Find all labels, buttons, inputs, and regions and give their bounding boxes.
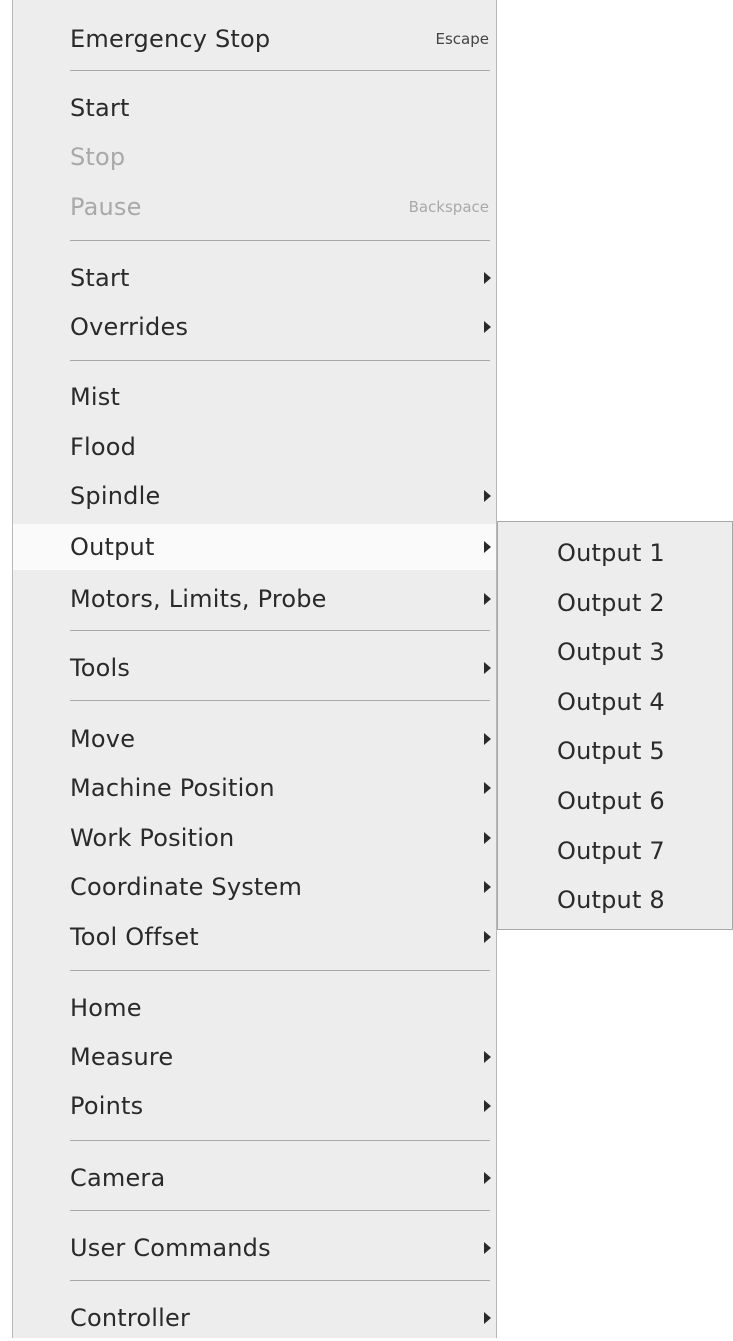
menu-item-camera[interactable]: Camera — [13, 1155, 496, 1201]
menu-item-start-submenu[interactable]: Start — [13, 255, 496, 301]
submenu-arrow-icon — [484, 593, 491, 605]
menu-item-label: Controller — [70, 1304, 191, 1332]
menu-item-label: Stop — [70, 143, 126, 171]
submenu-arrow-icon — [484, 490, 491, 502]
context-menu: Emergency Stop Escape Start Stop Pause B… — [12, 0, 497, 1338]
submenu-arrow-icon — [484, 733, 491, 745]
submenu-arrow-icon — [484, 321, 491, 333]
menu-item-stop[interactable]: Stop — [13, 134, 496, 180]
submenu-item-output-6[interactable]: Output 6 — [498, 776, 732, 826]
menu-item-label: Tools — [70, 654, 131, 682]
menu-item-label: User Commands — [70, 1234, 271, 1262]
submenu-arrow-icon — [484, 1242, 491, 1254]
menu-item-user-commands[interactable]: User Commands — [13, 1225, 496, 1271]
submenu-item-output-8[interactable]: Output 8 — [498, 875, 732, 925]
menu-item-label: Overrides — [70, 313, 189, 341]
menu-item-label: Output — [70, 533, 155, 561]
menu-item-start[interactable]: Start — [13, 85, 496, 131]
menu-item-work-position[interactable]: Work Position — [13, 815, 496, 861]
menu-item-label: Emergency Stop — [70, 25, 271, 53]
menu-item-points[interactable]: Points — [13, 1083, 496, 1129]
submenu-item-label: Output 6 — [557, 787, 665, 815]
submenu-arrow-icon — [484, 832, 491, 844]
menu-item-label: Tool Offset — [70, 923, 199, 951]
menu-separator — [70, 1140, 490, 1141]
menu-item-emergency-stop[interactable]: Emergency Stop Escape — [13, 16, 496, 62]
submenu-item-output-1[interactable]: Output 1 — [498, 528, 732, 578]
menu-separator — [70, 970, 490, 971]
submenu-arrow-icon — [484, 662, 491, 674]
menu-separator — [70, 1280, 490, 1281]
shortcut-label: Backspace — [408, 198, 489, 216]
menu-separator — [70, 1210, 490, 1211]
menu-item-measure[interactable]: Measure — [13, 1034, 496, 1080]
menu-item-tool-offset[interactable]: Tool Offset — [13, 914, 496, 960]
menu-separator — [70, 630, 490, 631]
submenu-arrow-icon — [484, 931, 491, 943]
menu-separator — [70, 240, 490, 241]
menu-item-label: Flood — [70, 433, 137, 461]
menu-item-label: Machine Position — [70, 774, 275, 802]
menu-item-output[interactable]: Output — [13, 524, 496, 570]
menu-item-machine-position[interactable]: Machine Position — [13, 765, 496, 811]
submenu-item-output-4[interactable]: Output 4 — [498, 677, 732, 727]
submenu-arrow-icon — [484, 272, 491, 284]
menu-item-overrides[interactable]: Overrides — [13, 304, 496, 350]
shortcut-label: Escape — [435, 30, 489, 48]
menu-item-label: Work Position — [70, 824, 235, 852]
submenu-arrow-icon — [484, 1051, 491, 1063]
submenu-item-label: Output 5 — [557, 737, 665, 765]
menu-item-home[interactable]: Home — [13, 985, 496, 1031]
submenu-item-label: Output 7 — [557, 837, 665, 865]
submenu-item-output-5[interactable]: Output 5 — [498, 726, 732, 776]
menu-item-label: Pause — [70, 193, 142, 221]
menu-item-label: Move — [70, 725, 136, 753]
menu-item-motors-limits-probe[interactable]: Motors, Limits, Probe — [13, 576, 496, 622]
menu-separator — [70, 700, 490, 701]
submenu-item-label: Output 2 — [557, 589, 665, 617]
submenu-item-label: Output 4 — [557, 688, 665, 716]
submenu-item-output-2[interactable]: Output 2 — [498, 578, 732, 628]
submenu-arrow-icon — [484, 782, 491, 794]
submenu-item-label: Output 3 — [557, 638, 665, 666]
submenu-item-output-7[interactable]: Output 7 — [498, 826, 732, 876]
menu-separator — [70, 360, 490, 361]
menu-item-coordinate-system[interactable]: Coordinate System — [13, 864, 496, 910]
menu-item-mist[interactable]: Mist — [13, 374, 496, 420]
menu-separator — [70, 70, 490, 71]
menu-item-label: Start — [70, 94, 130, 122]
menu-item-pause[interactable]: Pause Backspace — [13, 184, 496, 230]
submenu-arrow-icon — [484, 1172, 491, 1184]
menu-item-label: Start — [70, 264, 130, 292]
submenu-arrow-icon — [484, 541, 491, 553]
menu-item-label: Points — [70, 1092, 144, 1120]
submenu-arrow-icon — [484, 1100, 491, 1112]
menu-item-label: Spindle — [70, 482, 161, 510]
menu-item-controller[interactable]: Controller — [13, 1295, 496, 1341]
submenu-arrow-icon — [484, 1312, 491, 1324]
menu-item-label: Measure — [70, 1043, 174, 1071]
submenu-item-label: Output 1 — [557, 539, 665, 567]
menu-item-label: Camera — [70, 1164, 166, 1192]
menu-item-label: Mist — [70, 383, 121, 411]
menu-item-flood[interactable]: Flood — [13, 424, 496, 470]
menu-item-label: Coordinate System — [70, 873, 303, 901]
menu-item-label: Motors, Limits, Probe — [70, 585, 327, 613]
output-submenu: Output 1 Output 2 Output 3 Output 4 Outp… — [497, 521, 733, 930]
submenu-arrow-icon — [484, 881, 491, 893]
menu-item-tools[interactable]: Tools — [13, 645, 496, 691]
menu-item-move[interactable]: Move — [13, 716, 496, 762]
menu-item-label: Home — [70, 994, 142, 1022]
menu-item-spindle[interactable]: Spindle — [13, 473, 496, 519]
submenu-item-output-3[interactable]: Output 3 — [498, 627, 732, 677]
submenu-item-label: Output 8 — [557, 886, 665, 914]
